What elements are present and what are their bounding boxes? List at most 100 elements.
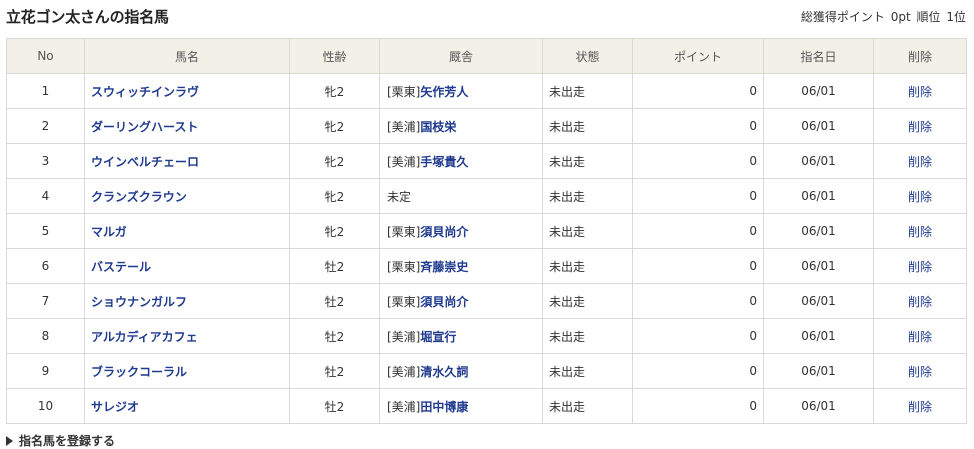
delete-link[interactable]: 削除 bbox=[908, 85, 932, 99]
points: 0 bbox=[632, 283, 764, 319]
horse-name-cell: バステール bbox=[84, 248, 290, 284]
stable-cell: [栗東]須貝尚介 bbox=[379, 213, 543, 249]
status: 未出走 bbox=[542, 143, 633, 179]
sex-age: 牝2 bbox=[289, 213, 380, 249]
row-number: 3 bbox=[6, 143, 85, 179]
status: 未出走 bbox=[542, 388, 633, 424]
page: 立花ゴン太さんの指名馬 総獲得ポイント 0pt 順位 1位 No 馬名 性齢 厩… bbox=[0, 0, 974, 449]
trainer-link[interactable]: 須貝尚介 bbox=[420, 295, 468, 309]
points-value: 0pt bbox=[890, 9, 911, 24]
row-number: 9 bbox=[6, 353, 85, 389]
points: 0 bbox=[632, 178, 764, 214]
horse-name-link[interactable]: アルカディアカフェ bbox=[91, 330, 198, 344]
trainer-link[interactable]: 矢作芳人 bbox=[420, 85, 468, 99]
row-number: 10 bbox=[6, 388, 85, 424]
column-header-no: No bbox=[6, 38, 85, 74]
points: 0 bbox=[632, 388, 764, 424]
stable-region: [美浦] bbox=[387, 364, 421, 379]
table-row: 2 ダーリングハースト 牝2 [美浦]国枝栄 未出走 0 06/01 削除 bbox=[6, 108, 967, 144]
horse-name-cell: マルガ bbox=[84, 213, 290, 249]
delete-cell: 削除 bbox=[873, 143, 967, 179]
table-row: 6 バステール 牡2 [栗東]斉藤崇史 未出走 0 06/01 削除 bbox=[6, 248, 967, 284]
points: 0 bbox=[632, 73, 764, 109]
sex-age: 牝2 bbox=[289, 108, 380, 144]
column-header-points: ポイント bbox=[632, 38, 764, 74]
stable-cell: [美浦]国枝栄 bbox=[379, 108, 543, 144]
horse-name-cell: ショウナンガルフ bbox=[84, 283, 290, 319]
points: 0 bbox=[632, 143, 764, 179]
nomination-date: 06/01 bbox=[763, 108, 874, 144]
stable-region: [栗東] bbox=[387, 84, 421, 99]
delete-link[interactable]: 削除 bbox=[908, 225, 932, 239]
status: 未出走 bbox=[542, 318, 633, 354]
trainer-link[interactable]: 田中博康 bbox=[420, 400, 468, 414]
horse-name-cell: サレジオ bbox=[84, 388, 290, 424]
row-number: 8 bbox=[6, 318, 85, 354]
status: 未出走 bbox=[542, 213, 633, 249]
stable-region: [美浦] bbox=[387, 399, 421, 414]
horse-name-cell: スウィッチインラヴ bbox=[84, 73, 290, 109]
horse-name-link[interactable]: ダーリングハースト bbox=[91, 120, 198, 134]
delete-cell: 削除 bbox=[873, 318, 967, 354]
column-header-stable: 厩舎 bbox=[379, 38, 543, 74]
horse-name-link[interactable]: クランズクラウン bbox=[91, 190, 187, 204]
delete-cell: 削除 bbox=[873, 248, 967, 284]
trainer-link[interactable]: 手塚貴久 bbox=[420, 155, 468, 169]
delete-link[interactable]: 削除 bbox=[908, 190, 932, 204]
delete-link[interactable]: 削除 bbox=[908, 400, 932, 414]
table-row: 5 マルガ 牝2 [栗東]須貝尚介 未出走 0 06/01 削除 bbox=[6, 213, 967, 249]
trainer-link[interactable]: 斉藤崇史 bbox=[420, 260, 468, 274]
nomination-date: 06/01 bbox=[763, 248, 874, 284]
stable-region: [栗東] bbox=[387, 259, 421, 274]
register-horse-link[interactable]: 指名馬を登録する bbox=[6, 432, 115, 449]
row-number: 5 bbox=[6, 213, 85, 249]
sex-age: 牡2 bbox=[289, 283, 380, 319]
nomination-date: 06/01 bbox=[763, 318, 874, 354]
horse-name-link[interactable]: ショウナンガルフ bbox=[91, 295, 187, 309]
delete-link[interactable]: 削除 bbox=[908, 295, 932, 309]
horse-name-link[interactable]: ブラックコーラル bbox=[91, 365, 187, 379]
row-number: 1 bbox=[6, 73, 85, 109]
delete-link[interactable]: 削除 bbox=[908, 365, 932, 379]
stable-region: [栗東] bbox=[387, 224, 421, 239]
sex-age: 牡2 bbox=[289, 248, 380, 284]
delete-link[interactable]: 削除 bbox=[908, 260, 932, 274]
trainer-link[interactable]: 国枝栄 bbox=[420, 120, 456, 134]
nomination-date: 06/01 bbox=[763, 73, 874, 109]
rank-label: 順位 bbox=[916, 9, 941, 24]
column-header-date: 指名日 bbox=[763, 38, 874, 74]
table-header-row: No 馬名 性齢 厩舎 状態 ポイント 指名日 削除 bbox=[6, 38, 967, 74]
horse-name-link[interactable]: サレジオ bbox=[91, 400, 139, 414]
stable-cell: 未定 bbox=[379, 178, 543, 214]
trainer-link[interactable]: 清水久詞 bbox=[420, 365, 468, 379]
delete-link[interactable]: 削除 bbox=[908, 155, 932, 169]
nomination-date: 06/01 bbox=[763, 178, 874, 214]
row-number: 6 bbox=[6, 248, 85, 284]
stable-cell: [美浦]田中博康 bbox=[379, 388, 543, 424]
status: 未出走 bbox=[542, 73, 633, 109]
table-row: 3 ウインベルチェーロ 牝2 [美浦]手塚貴久 未出走 0 06/01 削除 bbox=[6, 143, 967, 179]
horse-name-link[interactable]: スウィッチインラヴ bbox=[91, 85, 199, 99]
trainer-link[interactable]: 須貝尚介 bbox=[420, 225, 468, 239]
points: 0 bbox=[632, 108, 764, 144]
delete-cell: 削除 bbox=[873, 388, 967, 424]
table-row: 9 ブラックコーラル 牡2 [美浦]清水久詞 未出走 0 06/01 削除 bbox=[6, 353, 967, 389]
horse-name-link[interactable]: マルガ bbox=[91, 225, 127, 239]
delete-link[interactable]: 削除 bbox=[908, 120, 932, 134]
horse-name-link[interactable]: バステール bbox=[91, 260, 151, 274]
points: 0 bbox=[632, 248, 764, 284]
table-row: 10 サレジオ 牡2 [美浦]田中博康 未出走 0 06/01 削除 bbox=[6, 388, 967, 424]
horse-name-cell: ブラックコーラル bbox=[84, 353, 290, 389]
horse-name-cell: ウインベルチェーロ bbox=[84, 143, 290, 179]
stable-region: 未定 bbox=[387, 189, 412, 204]
page-header: 立花ゴン太さんの指名馬 総獲得ポイント 0pt 順位 1位 bbox=[6, 0, 966, 32]
delete-cell: 削除 bbox=[873, 213, 967, 249]
nomination-date: 06/01 bbox=[763, 283, 874, 319]
trainer-link[interactable]: 堀宣行 bbox=[420, 330, 456, 344]
sex-age: 牝2 bbox=[289, 143, 380, 179]
stable-region: [美浦] bbox=[387, 119, 421, 134]
horse-name-link[interactable]: ウインベルチェーロ bbox=[91, 155, 199, 169]
stable-cell: [栗東]矢作芳人 bbox=[379, 73, 543, 109]
delete-link[interactable]: 削除 bbox=[908, 330, 932, 344]
delete-cell: 削除 bbox=[873, 178, 967, 214]
